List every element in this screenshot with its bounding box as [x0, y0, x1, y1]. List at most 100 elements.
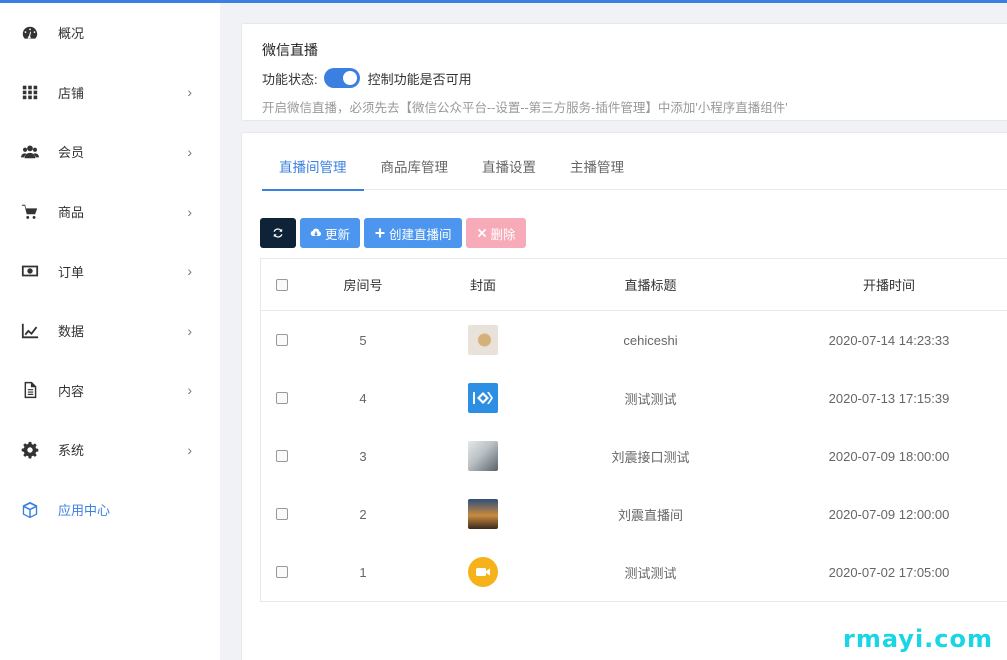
page-title: 微信直播 — [262, 42, 318, 58]
table-row[interactable]: 5 cehiceshi 2020-07-14 14:23:33 — [261, 311, 1007, 369]
sidebar-item-label: 数据 — [58, 324, 85, 340]
table-row[interactable]: 2 刘震直播间 2020-07-09 12:00:00 — [261, 485, 1007, 543]
column-live-title: 直播标题 — [624, 278, 677, 293]
chevron-right-icon: › — [187, 143, 192, 160]
cover-thumbnail — [468, 557, 498, 587]
room-number-cell: 3 — [359, 448, 367, 464]
toggle-knob — [342, 71, 357, 85]
feature-toggle[interactable] — [323, 68, 360, 88]
sidebar-item-label: 系统 — [58, 443, 85, 459]
sidebar-item-overview[interactable]: 概况 — [0, 3, 220, 63]
live-room-table: 房间号 封面 直播标题 开播时间 5 cehiceshi 2020-07-14 … — [260, 258, 1007, 602]
sidebar-item-data[interactable]: 数据 › — [0, 301, 220, 361]
row-checkbox[interactable] — [276, 392, 288, 404]
status-label: 功能状态: — [262, 71, 318, 87]
close-icon — [477, 228, 486, 238]
start-time-cell: 2020-07-02 17:05:00 — [828, 564, 950, 580]
sidebar: 概况 店铺 › 会员 › 商品 › 订单 › 数据 › 内容 › 系统 › 应用… — [0, 3, 220, 660]
tab-product-library[interactable]: 商品库管理 — [364, 157, 466, 190]
live-title-cell: 测试测试 — [624, 565, 677, 581]
chevron-right-icon: › — [187, 263, 192, 280]
sidebar-item-label: 应用中心 — [58, 503, 111, 519]
table-row[interactable]: 1 测试测试 2020-07-02 17:05:00 — [261, 543, 1007, 601]
room-number-cell: 4 — [359, 390, 367, 406]
live-title-cell: cehiceshi — [623, 332, 678, 348]
feature-status-card: 微信直播 功能状态: 控制功能是否可用 开启微信直播，必须先去【微信公众平台--… — [241, 23, 1007, 121]
setup-hint: 开启微信直播，必须先去【微信公众平台--设置--第三方服务-插件管理】中添加'小… — [262, 101, 788, 115]
update-label: 更新 — [325, 227, 351, 242]
logo-icon — [473, 392, 493, 404]
users-icon — [20, 142, 40, 162]
sidebar-item-label: 店铺 — [58, 85, 85, 101]
delete-button[interactable]: 删除 — [465, 218, 526, 248]
row-checkbox[interactable] — [276, 334, 288, 346]
sidebar-item-system[interactable]: 系统 › — [0, 420, 220, 480]
delete-label: 删除 — [490, 227, 516, 242]
row-checkbox[interactable] — [276, 508, 288, 520]
toolbar: 更新 创建直播间 删除 — [260, 218, 526, 248]
cover-thumbnail — [468, 383, 498, 413]
grid-icon — [20, 82, 40, 102]
sidebar-item-content[interactable]: 内容 › — [0, 361, 220, 421]
cloud-download-icon — [310, 228, 321, 237]
money-icon — [20, 261, 40, 281]
live-title-cell: 刘震直播间 — [617, 507, 683, 523]
sidebar-item-label: 商品 — [58, 205, 85, 221]
toggle-description: 控制功能是否可用 — [367, 71, 472, 87]
cover-thumbnail — [468, 325, 498, 355]
tab-anchor-management[interactable]: 主播管理 — [553, 157, 641, 190]
live-room-card: 直播间管理 商品库管理 直播设置 主播管理 更新 创建直播间 删除 房间号 封面… — [241, 132, 1007, 660]
live-title-cell: 刘震接口测试 — [611, 449, 690, 465]
cube-icon — [20, 500, 40, 520]
create-label: 创建直播间 — [389, 227, 452, 242]
start-time-cell: 2020-07-14 14:23:33 — [828, 332, 950, 348]
column-start-time: 开播时间 — [862, 278, 915, 293]
plus-icon — [375, 228, 385, 238]
live-title-cell: 测试测试 — [624, 391, 677, 407]
column-cover: 封面 — [469, 278, 496, 293]
cover-thumbnail — [468, 441, 498, 471]
room-number-cell: 1 — [359, 564, 367, 580]
tab-live-rooms[interactable]: 直播间管理 — [262, 157, 364, 191]
video-camera-icon — [476, 568, 490, 576]
chevron-right-icon: › — [187, 441, 192, 458]
chevron-right-icon: › — [187, 203, 192, 220]
table-row[interactable]: 4 测试测试 2020-07-13 17:15:39 — [261, 369, 1007, 427]
update-button[interactable]: 更新 — [300, 218, 361, 248]
cover-thumbnail — [468, 499, 498, 529]
sidebar-item-orders[interactable]: 订单 › — [0, 241, 220, 301]
sidebar-item-members[interactable]: 会员 › — [0, 122, 220, 182]
tab-live-settings[interactable]: 直播设置 — [465, 157, 553, 190]
start-time-cell: 2020-07-09 18:00:00 — [828, 448, 950, 464]
tab-bar: 直播间管理 商品库管理 直播设置 主播管理 — [262, 157, 1007, 191]
dashboard-icon — [20, 23, 40, 43]
row-checkbox[interactable] — [276, 566, 288, 578]
room-number-cell: 2 — [359, 506, 367, 522]
sidebar-item-label: 概况 — [58, 26, 85, 42]
refresh-button[interactable] — [260, 218, 296, 248]
sidebar-item-label: 会员 — [58, 145, 85, 161]
sidebar-item-label: 内容 — [58, 383, 85, 399]
chevron-right-icon: › — [187, 322, 192, 339]
sidebar-item-label: 订单 — [58, 264, 85, 280]
watermark: rmayi.com — [843, 625, 994, 653]
chart-icon — [20, 321, 40, 341]
table-header: 房间号 封面 直播标题 开播时间 — [261, 259, 1007, 311]
sidebar-item-products[interactable]: 商品 › — [0, 182, 220, 242]
column-room-number: 房间号 — [343, 278, 383, 293]
select-all-checkbox[interactable] — [276, 278, 288, 291]
cart-icon — [20, 202, 40, 222]
chevron-right-icon: › — [187, 84, 192, 101]
row-checkbox[interactable] — [276, 450, 288, 462]
document-icon — [20, 380, 40, 400]
sidebar-item-store[interactable]: 店铺 › — [0, 63, 220, 123]
start-time-cell: 2020-07-13 17:15:39 — [828, 390, 950, 406]
refresh-icon — [273, 228, 283, 238]
room-number-cell: 5 — [359, 332, 367, 348]
gear-icon — [20, 440, 40, 460]
sidebar-item-app-center[interactable]: 应用中心 — [0, 480, 220, 540]
status-row: 功能状态: 控制功能是否可用 — [262, 68, 1007, 88]
create-live-room-button[interactable]: 创建直播间 — [364, 218, 462, 248]
chevron-right-icon: › — [187, 382, 192, 399]
table-row[interactable]: 3 刘震接口测试 2020-07-09 18:00:00 — [261, 427, 1007, 485]
